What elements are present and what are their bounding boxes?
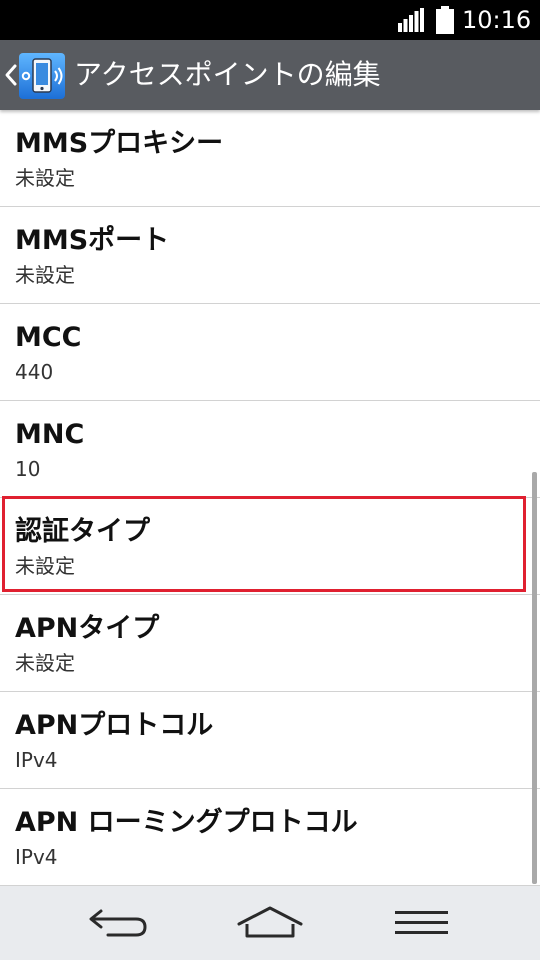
menu-icon: [395, 911, 448, 934]
nav-menu-button[interactable]: [384, 900, 460, 946]
item-title: MMSポート: [15, 225, 170, 256]
scrollbar[interactable]: [532, 472, 537, 884]
page-title: アクセスポイントの編集: [74, 58, 381, 91]
home-icon: [237, 906, 303, 938]
list-item-mcc[interactable]: MCC 440: [0, 304, 540, 401]
item-summary: IPv4: [15, 845, 58, 869]
screen: 10:16 アクセスポイントの編集 MMSプロキシー 未設定 MMSポート 未設…: [0, 0, 540, 960]
list-item-auth-type[interactable]: 認証タイプ 未設定: [0, 498, 540, 595]
item-title: 認証タイプ: [15, 516, 150, 547]
item-title: APN ローミングプロトコル: [15, 807, 358, 838]
nav-back-button[interactable]: [80, 900, 156, 946]
action-bar: アクセスポイントの編集: [0, 40, 540, 110]
item-title: MCC: [15, 322, 82, 353]
item-summary: IPv4: [15, 748, 58, 772]
item-title: MMSプロキシー: [15, 128, 224, 159]
list-item-apn-type[interactable]: APNタイプ 未設定: [0, 595, 540, 692]
item-summary: 未設定: [15, 263, 75, 287]
item-summary: 未設定: [15, 554, 75, 578]
list-item-mnc[interactable]: MNC 10: [0, 401, 540, 498]
up-navigation-button[interactable]: [0, 40, 70, 110]
battery-icon: [436, 6, 454, 34]
signal-bars-icon: [398, 8, 424, 32]
item-summary: 440: [15, 360, 54, 384]
item-summary: 10: [15, 457, 41, 481]
list-item-apn-protocol[interactable]: APNプロトコル IPv4: [0, 692, 540, 789]
item-title: MNC: [15, 419, 85, 450]
item-title: APNタイプ: [15, 613, 160, 644]
navigation-bar: [0, 886, 540, 960]
list-item-apn-roaming-protocol[interactable]: APN ローミングプロトコル IPv4: [0, 789, 540, 886]
list-item-mms-port[interactable]: MMSポート 未設定: [0, 207, 540, 304]
status-time: 10:16: [462, 6, 532, 34]
chevron-left-icon: [5, 64, 17, 86]
nav-home-button[interactable]: [232, 900, 308, 946]
status-bar: 10:16: [0, 0, 540, 40]
wireless-settings-icon: [19, 53, 65, 99]
apn-settings-list: MMSプロキシー 未設定 MMSポート 未設定 MCC 440 MNC 10 認…: [0, 110, 540, 886]
item-summary: 未設定: [15, 166, 75, 190]
back-arrow-icon: [89, 909, 147, 937]
item-title: APNプロトコル: [15, 710, 214, 741]
item-summary: 未設定: [15, 651, 75, 675]
list-item-mms-proxy[interactable]: MMSプロキシー 未設定: [0, 110, 540, 207]
